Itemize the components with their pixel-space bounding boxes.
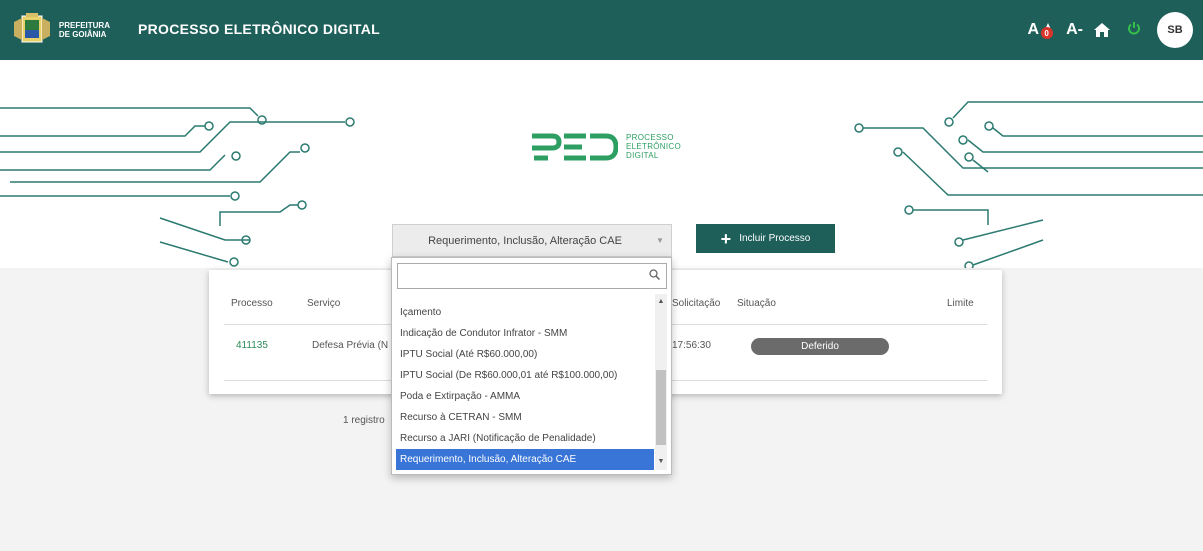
- brand-text: PREFEITURA DE GOIÂNIA: [59, 21, 110, 39]
- search-icon: [649, 269, 661, 283]
- brand-line-1: PREFEITURA: [58, 21, 110, 30]
- dropdown-option[interactable]: Indicação de Condutor Infrator - SMM: [396, 323, 654, 344]
- dropdown-options-list: Içamento Indicação de Condutor Infrator …: [396, 302, 654, 470]
- dropdown-scrollbar[interactable]: ▲ ▼: [655, 294, 667, 470]
- dropdown-option[interactable]: Poda e Extirpação - AMMA: [396, 386, 654, 407]
- chevron-down-icon: ▼: [656, 236, 664, 245]
- scroll-up-arrow-icon[interactable]: ▲: [655, 296, 667, 308]
- coat-of-arms-icon: [10, 12, 55, 48]
- ped-logo-line-2: ELETRÔNICO: [626, 141, 682, 151]
- column-header-processo[interactable]: Processo: [231, 298, 273, 309]
- ped-logo-line-1: PROCESSO: [626, 132, 674, 142]
- ped-logo-mark: [532, 133, 618, 161]
- add-process-button[interactable]: + Incluir Processo: [696, 224, 835, 253]
- column-header-situacao[interactable]: Situação: [737, 298, 776, 309]
- dropdown-option[interactable]: Içamento: [396, 302, 654, 323]
- process-number-link[interactable]: 411135: [236, 340, 268, 351]
- circuit-decoration-right: [854, 101, 1203, 270]
- dropdown-search-box: [397, 263, 667, 289]
- font-increase-button[interactable]: A 0: [1028, 21, 1057, 39]
- scroll-down-arrow-icon[interactable]: ▼: [655, 456, 667, 468]
- dropdown-option-selected[interactable]: Requerimento, Inclusão, Alteração CAE: [396, 449, 654, 470]
- top-actions: A 0 A- SB: [1028, 12, 1193, 48]
- ped-logo-line-3: DIGITAL: [626, 150, 659, 160]
- column-header-limite[interactable]: Limite: [947, 298, 974, 309]
- home-button[interactable]: [1093, 22, 1111, 38]
- logout-button[interactable]: [1127, 21, 1141, 40]
- app-title: PROCESSO ELETRÔNICO DIGITAL: [138, 21, 380, 37]
- dropdown-option[interactable]: Recurso à CETRAN - SMM: [396, 407, 654, 428]
- dropdown-option[interactable]: IPTU Social (Até R$60.000,00): [396, 344, 654, 365]
- request-time-cell: 17:56:30: [672, 340, 711, 351]
- home-icon: [1094, 23, 1110, 37]
- ped-logo: PROCESSO ELETRÔNICO DIGITAL: [532, 130, 681, 162]
- ped-logo-text: PROCESSO ELETRÔNICO DIGITAL: [626, 133, 681, 160]
- user-avatar[interactable]: SB: [1157, 12, 1193, 48]
- power-icon: [1128, 21, 1140, 34]
- brand-line-2: DE GOIÂNIA: [58, 30, 107, 39]
- service-select-value: Requerimento, Inclusão, Alteração CAE: [428, 234, 622, 247]
- dropdown-search-input[interactable]: [398, 264, 638, 288]
- font-increase-label: A: [1027, 21, 1040, 38]
- plus-icon: +: [720, 228, 732, 249]
- status-badge: Deferido: [751, 338, 889, 355]
- add-process-label: Incluir Processo: [739, 233, 811, 244]
- top-bar: PREFEITURA DE GOIÂNIA PROCESSO ELETRÔNIC…: [0, 0, 1203, 60]
- service-cell: Defesa Prévia (N: [312, 340, 389, 351]
- service-dropdown: Içamento Indicação de Condutor Infrator …: [391, 257, 672, 475]
- column-header-solicitacao[interactable]: Solicitação: [672, 298, 720, 309]
- font-decrease-button[interactable]: A-: [1066, 21, 1083, 39]
- dropdown-option[interactable]: IPTU Social (De R$60.000,01 até R$100.00…: [396, 365, 654, 386]
- service-select[interactable]: Requerimento, Inclusão, Alteração CAE ▼: [392, 224, 672, 257]
- font-decrease-label: A-: [1066, 21, 1083, 38]
- column-header-servico[interactable]: Serviço: [307, 298, 340, 309]
- prefeitura-logo[interactable]: PREFEITURA DE GOIÂNIA: [10, 10, 110, 50]
- scrollbar-thumb[interactable]: [656, 370, 666, 445]
- notification-badge: 0: [1040, 27, 1053, 39]
- dropdown-option[interactable]: Recurso a JARI (Notificação de Penalidad…: [396, 428, 654, 449]
- records-count: 1 registro: [343, 415, 385, 426]
- circuit-decoration-left: [0, 107, 355, 267]
